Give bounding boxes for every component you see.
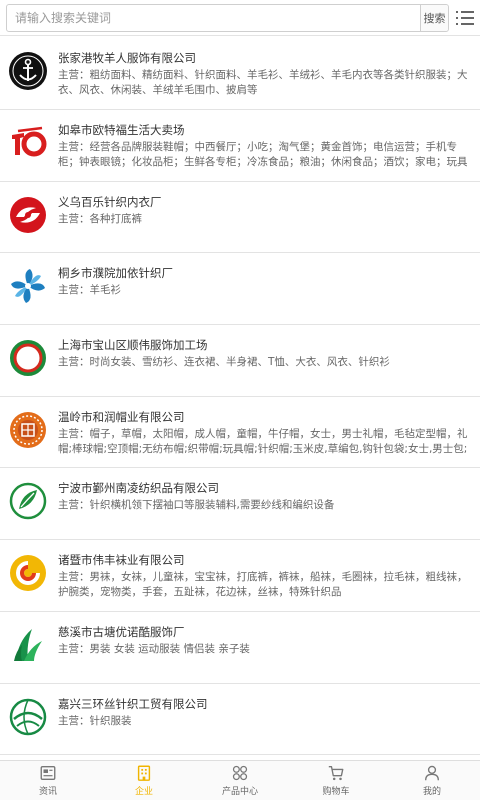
top-bar: 搜索 — [0, 0, 480, 36]
company-list-item[interactable]: 义乌百乐针织内衣厂 主营：各种打底裤 — [0, 182, 480, 254]
company-desc: 主营：经营各品牌服装鞋帽；中西餐厅；小吃；淘气堡；黄金首饰；电信运营；手机专柜；… — [58, 141, 468, 168]
company-desc: 主营：针织横机领下摆袖口等服装辅料,需要纱线和编织设备 — [58, 499, 335, 512]
company-desc: 主营：羊毛衫 — [58, 284, 121, 297]
tab-label: 资讯 — [38, 787, 57, 797]
company-desc: 主营：时尚女装、雪纺衫、连衣裙、半身裙、T恤、大衣、风衣、针织衫 — [58, 356, 390, 369]
list-menu-icon[interactable] — [456, 9, 474, 27]
red-swirl-logo-icon — [8, 195, 48, 235]
company-desc: 主营：针织服装 — [58, 714, 132, 727]
company-name[interactable]: 上海市宝山区顺伟服饰加工场 — [58, 337, 208, 353]
green-plant-logo-icon — [8, 625, 48, 665]
company-desc: 主营：各种打底裤 — [58, 212, 142, 225]
company-name[interactable]: 桐乡市濮院加依针织厂 — [58, 265, 173, 281]
company-list-item[interactable]: 如皋市欧特福生活大卖场 主营：经营各品牌服装鞋帽；中西餐厅；小吃；淘气堡；黄金首… — [0, 110, 480, 182]
company-name[interactable]: 慈溪市古塘优诺酷服饰厂 — [58, 624, 185, 640]
globe-logo-icon — [8, 697, 48, 737]
grid-icon — [232, 765, 248, 781]
company-desc: 主营：粗纺面料、精纺面料、针织面料、羊毛衫、羊绒衫、羊毛内衣等各类针织服装；大衣… — [58, 69, 468, 96]
company-name[interactable]: 诸暨市伟丰袜业有限公司 — [58, 552, 185, 568]
green-leaf-logo-icon — [8, 481, 48, 521]
company-list-item[interactable]: 慈溪市古塘优诺酷服饰厂 主营：男装 女装 运动服装 情侣装 亲子装 — [0, 612, 480, 684]
company-name[interactable]: 如皋市欧特福生活大卖场 — [58, 122, 185, 138]
user-icon — [425, 765, 439, 781]
company-list: 张家港牧羊人服饰有限公司 主营：粗纺面料、精纺面料、针织面料、羊毛衫、羊绒衫、羊… — [0, 38, 480, 756]
tab-label: 企业 — [134, 787, 153, 797]
company-list-item[interactable]: 宁波市鄞州南凌纺织品有限公司 主营：针织横机领下摆袖口等服装辅料,需要纱线和编织… — [0, 468, 480, 541]
bottom-tab-bar: 资讯 企业 产品中心 购物车 我的 — [0, 760, 480, 800]
tab-label: 我的 — [422, 787, 441, 797]
company-name[interactable]: 义乌百乐针织内衣厂 — [58, 194, 162, 210]
company-list-item[interactable]: 张家港牧羊人服饰有限公司 主营：粗纺面料、精纺面料、针织面料、羊毛衫、羊绒衫、羊… — [0, 38, 480, 110]
news-icon — [40, 766, 56, 780]
ring-logo-icon — [8, 338, 48, 378]
company-list-item[interactable]: 桐乡市濮院加依针织厂 主营：羊毛衫 — [0, 253, 480, 326]
tab-label: 购物车 — [322, 787, 350, 797]
number-10-logo-icon — [8, 123, 48, 163]
company-list-item[interactable]: 诸暨市伟丰袜业有限公司 主营：男袜，女袜，儿童袜，宝宝袜，打底裤，裤袜，船袜，毛… — [0, 540, 480, 612]
search-button[interactable]: 搜索 — [420, 5, 448, 31]
yellow-swirl-logo-icon — [8, 553, 48, 593]
company-desc: 主营：帽子，草帽，太阳帽，成人帽，童帽，牛仔帽，女士，男士礼帽，毛毡定型帽，礼帽… — [58, 427, 468, 455]
company-desc: 主营：男装 女装 运动服装 情侣装 亲子装 — [58, 642, 250, 655]
building-icon — [137, 765, 151, 781]
company-name[interactable]: 温岭市和润帽业有限公司 — [58, 409, 185, 425]
company-name[interactable]: 嘉兴三环丝针织工贸有限公司 — [58, 696, 208, 712]
search-input[interactable] — [7, 5, 423, 31]
tab-products[interactable]: 产品中心 — [192, 761, 288, 800]
company-list-item[interactable]: 上海市宝山区顺伟服饰加工场 主营：时尚女装、雪纺衫、连衣裙、半身裙、T恤、大衣、… — [0, 325, 480, 397]
search-box: 搜索 — [6, 4, 449, 32]
cart-icon — [328, 766, 344, 781]
tab-enterprise[interactable]: 企业 — [96, 761, 192, 800]
tab-mine[interactable]: 我的 — [384, 761, 480, 800]
company-name[interactable]: 宁波市鄞州南凌纺织品有限公司 — [58, 480, 219, 496]
company-desc: 主营：男袜，女袜，儿童袜，宝宝袜，打底裤，裤袜，船袜，毛圈袜，拉毛袜，粗线袜，护… — [58, 571, 468, 599]
tab-label: 产品中心 — [221, 787, 258, 797]
blue-pinwheel-logo-icon — [8, 266, 48, 306]
anchor-logo-icon — [8, 51, 48, 91]
company-list-item[interactable]: 温岭市和润帽业有限公司 主营：帽子，草帽，太阳帽，成人帽，童帽，牛仔帽，女士，男… — [0, 397, 480, 469]
company-list-item[interactable]: 嘉兴三环丝针织工贸有限公司 主营：针织服装 — [0, 684, 480, 756]
company-name[interactable]: 张家港牧羊人服饰有限公司 — [58, 50, 196, 66]
seal-logo-icon — [8, 410, 48, 450]
tab-news[interactable]: 资讯 — [0, 761, 96, 800]
tab-cart[interactable]: 购物车 — [288, 761, 384, 800]
